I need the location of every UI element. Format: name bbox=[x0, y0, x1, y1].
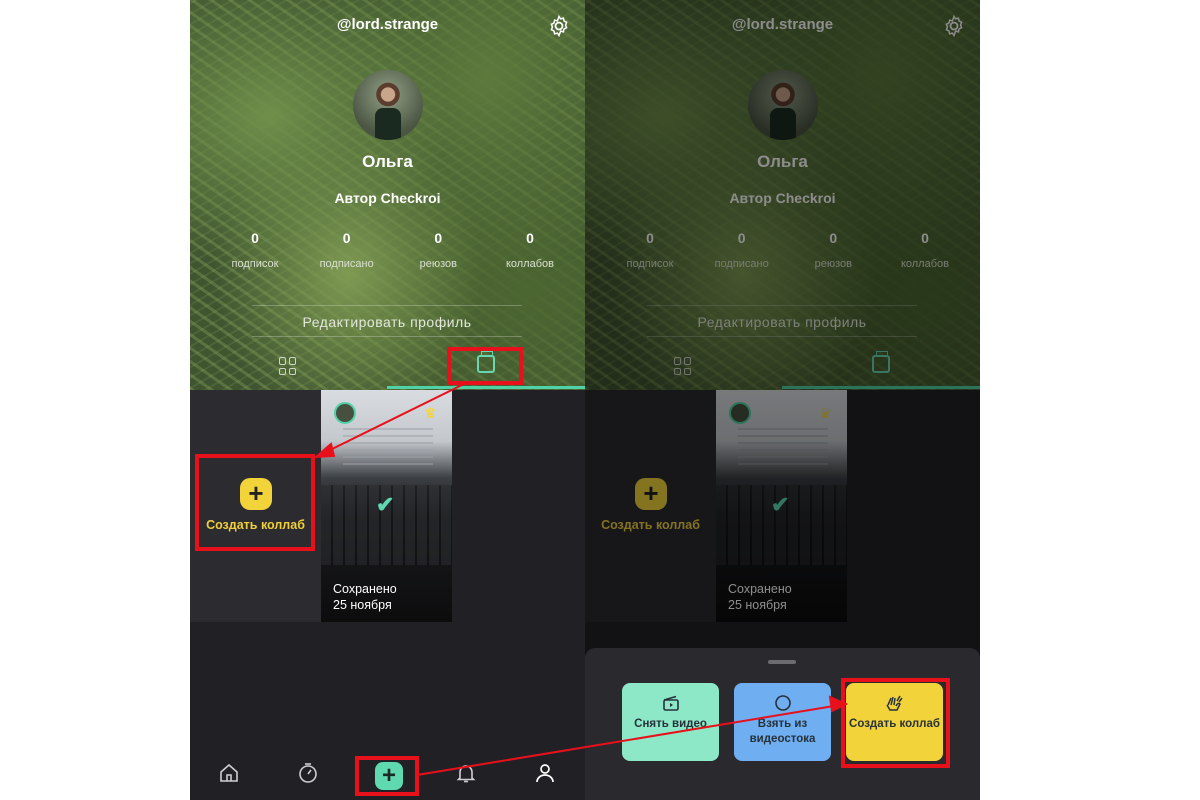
profile-name: Ольга bbox=[362, 152, 413, 171]
collab-tab-icon[interactable] bbox=[477, 351, 495, 373]
hands-icon bbox=[846, 693, 943, 717]
phone-screen-create-menu: @lord.strange Ольга Автор Checkroi 0 подп… bbox=[585, 0, 980, 800]
profile-stats: 0 подписок 0 подписано 0 реюзов 0 коллабов bbox=[220, 230, 565, 270]
grid-icon[interactable] bbox=[279, 357, 297, 375]
profile-cover: @lord.strange Ольга Автор Checkroi 0 подп… bbox=[190, 0, 585, 390]
profile-role: Автор Checkroi bbox=[334, 190, 441, 206]
home-icon[interactable] bbox=[218, 762, 240, 784]
edit-profile-button[interactable]: Редактировать профиль bbox=[252, 305, 522, 337]
stock-video-label: Взять из видеостока bbox=[749, 718, 816, 745]
avatar bbox=[334, 402, 356, 424]
bell-icon[interactable] bbox=[455, 762, 477, 784]
stat-subscriptions[interactable]: 0 подписок bbox=[220, 230, 290, 270]
stock-video-button[interactable]: Взять из видеостока bbox=[734, 683, 831, 761]
create-collab-label: Создать коллаб bbox=[206, 518, 305, 532]
stat-reuses[interactable]: 0 реюзов bbox=[403, 230, 473, 270]
timer-icon[interactable] bbox=[297, 762, 319, 784]
avatar[interactable] bbox=[353, 70, 423, 140]
create-bottom-sheet: Снять видео Взять из видеостока Создать … bbox=[585, 648, 980, 800]
sheet-drag-handle[interactable] bbox=[768, 660, 796, 664]
phone-screen-profile: @lord.strange Ольга Автор Checkroi 0 подп… bbox=[190, 0, 585, 800]
record-video-button[interactable]: Снять видео bbox=[622, 683, 719, 761]
check-icon: ✔ bbox=[376, 492, 395, 517]
stat-collabs[interactable]: 0 коллабов bbox=[495, 230, 565, 270]
record-video-label: Снять видео bbox=[634, 718, 707, 730]
active-tab-indicator bbox=[387, 386, 585, 389]
crown-icon: ♛ bbox=[424, 405, 437, 421]
plus-icon[interactable]: + bbox=[240, 478, 272, 510]
profile-icon[interactable] bbox=[534, 762, 556, 784]
profile-handle: @lord.strange bbox=[336, 16, 439, 33]
create-collab-button[interactable]: Создать коллаб bbox=[846, 683, 943, 761]
gear-icon[interactable] bbox=[547, 14, 571, 38]
circle-icon bbox=[734, 693, 831, 717]
create-collab-action-label: Создать коллаб bbox=[849, 718, 940, 730]
saved-date: 25 ноября bbox=[333, 598, 392, 612]
saved-caption: Сохранено 25 ноября bbox=[333, 581, 397, 613]
stat-subscribers[interactable]: 0 подписано bbox=[312, 230, 382, 270]
clapper-icon bbox=[622, 693, 719, 717]
saved-status: Сохранено bbox=[333, 582, 397, 596]
plus-icon[interactable]: + bbox=[375, 762, 403, 790]
